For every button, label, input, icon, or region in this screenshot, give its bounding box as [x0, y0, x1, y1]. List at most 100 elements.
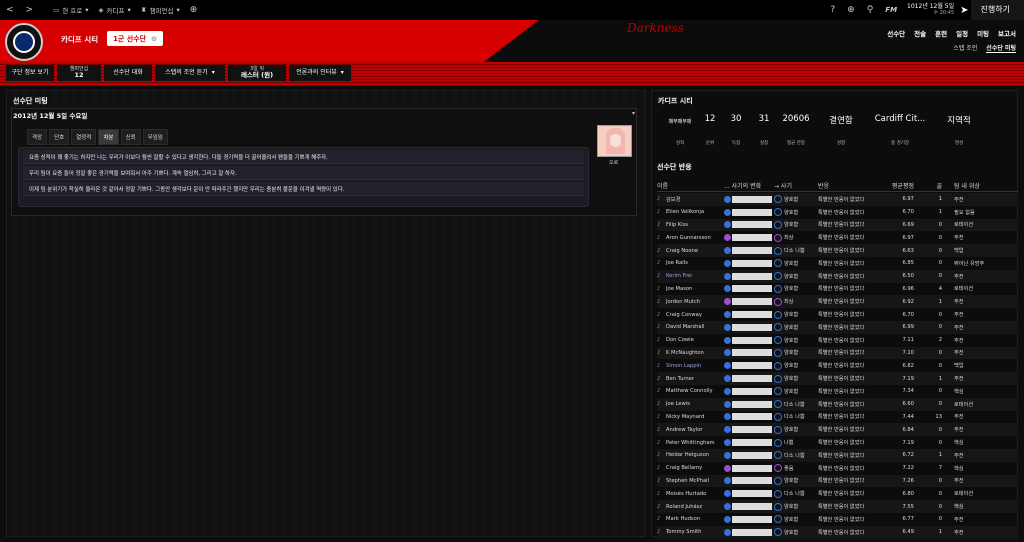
tone-aggressive[interactable]: 격앙 [27, 129, 48, 145]
tab-next-match[interactable]: 3일 뒤 레스터 (원) [228, 65, 286, 81]
col-morale-change[interactable]: ... 사기의 변화 [724, 181, 774, 190]
subnav-team-meeting[interactable]: 선수단 미팅 [986, 43, 1016, 53]
tone-assertive[interactable]: 단호 [49, 129, 70, 145]
table-row[interactable]: ♪ Mark Hudson 양호함 특별한 반응이 없었다 6.77 0 주전 [657, 513, 1018, 526]
table-row[interactable]: ♪ Filip Kiss 양호함 특별한 반응이 없었다 6.69 0 로테이션 [657, 218, 1018, 232]
player-name[interactable]: Craig Noone [666, 248, 724, 254]
table-row[interactable]: ♪ Matthew Connolly 양호함 특별한 반응이 없었다 7.34 0 핵심 [657, 385, 1018, 398]
back-button[interactable]: < [0, 5, 20, 15]
table-row[interactable]: ♪ Joe Lewis 다소 나쁨 특별한 반응이 없었다 6.60 0 로테이션 [657, 397, 1018, 411]
tone-calm[interactable]: 차분 [98, 129, 119, 145]
player-name[interactable]: Craig Bellamy [666, 465, 724, 471]
table-row[interactable]: ♪ Andrew Taylor 양호함 특별한 반응이 없었다 6.84 0 주전 [657, 423, 1018, 437]
table-row[interactable]: ♪ Heidar Helguson 다소 나쁨 특별한 반응이 없었다 6.72 1 주전 [657, 448, 1018, 462]
fm-menu[interactable]: FM [879, 6, 903, 14]
col-reaction[interactable]: 반응 [818, 181, 890, 190]
player-name[interactable]: Simon Lappin [666, 363, 724, 369]
nav-squad[interactable]: 선수단 [887, 28, 905, 38]
player-name[interactable]: Etien Velikonja [666, 209, 724, 215]
player-name[interactable]: K McNaughton [666, 350, 724, 356]
statement-option[interactable]: 요즘 성적이 꽤 좋기는 하지만 나는 우리가 이보다 훨씬 잘할 수 있다고 … [23, 150, 584, 164]
player-name[interactable]: Tommy Smith [666, 529, 724, 535]
table-row[interactable]: ♪ Craig Bellamy 좋음 특별한 반응이 없었다 7.22 7 핵심 [657, 462, 1018, 475]
collapse-icon[interactable]: ▾ [632, 110, 635, 117]
table-row[interactable]: ♪ Simon Lappin 양호함 특별한 반응이 없었다 6.82 0 백업 [657, 359, 1018, 372]
table-row[interactable]: ♪ Craig Noone 다소 나쁨 특별한 반응이 없었다 6.63 0 백업 [657, 244, 1018, 257]
avg-rating: 7.34 [902, 388, 914, 395]
tab-league-position[interactable]: 챔피언십 12 [57, 65, 101, 81]
table-row[interactable]: ♪ Kerim Frei 양호함 특별한 반응이 없었다 6.50 0 주전 [657, 269, 1018, 283]
subnav-staff-advice[interactable]: 스탭 조언 [953, 43, 977, 53]
col-avg-rating[interactable]: 평균평점 [890, 181, 914, 190]
team-selector[interactable]: 1군 선수단 ⊙ [107, 31, 163, 46]
nav-meeting[interactable]: 미팅 [977, 28, 989, 38]
continue-button[interactable]: 진행하기 [970, 0, 1024, 20]
table-row[interactable]: ♪ Ben Turner 양호함 특별한 반응이 없었다 7.19 1 주전 [657, 372, 1018, 385]
player-name[interactable]: Andrew Taylor [666, 427, 724, 433]
player-name[interactable]: Moisés Hurtado [666, 491, 724, 497]
player-name[interactable]: Don Cowie [666, 337, 724, 343]
statement-option[interactable]: 이제 팀 분위기가 착실히 올라온 것 같아서 정말 기쁘다. 그동안 생각보다… [23, 182, 584, 196]
table-row[interactable]: ♪ Etien Velikonja 양호함 특별한 반응이 없었다 6.70 1 필요 없음 [657, 206, 1018, 219]
col-name[interactable]: 이름 [657, 181, 724, 190]
player-name[interactable]: Peter Whittingham [666, 440, 724, 446]
world-menu[interactable]: ⊕ [190, 5, 198, 15]
nav-reports[interactable]: 보고서 [998, 28, 1016, 38]
club-menu[interactable]: ◈ 카디프 ▾ [99, 5, 131, 15]
statement-option[interactable]: 우리 팀이 요즘 들어 정말 좋은 경기력을 보여줘서 아주 기쁘다. 계속 열… [23, 166, 584, 180]
player-name[interactable]: Stephen McPhail [666, 478, 724, 484]
player-name[interactable]: David Marshall [666, 324, 724, 330]
tone-passionate[interactable]: 열정적 [71, 129, 97, 145]
help-icon[interactable]: ? [824, 5, 841, 15]
world-icon[interactable]: ⊕ [841, 5, 861, 15]
tone-reassuring[interactable]: 신뢰 [120, 129, 141, 145]
player-name[interactable]: Jordon Mutch [666, 299, 724, 305]
tab-staff-advice[interactable]: 스탭의 조언 듣기 ▾ [155, 65, 225, 81]
table-row[interactable]: ♪ Tommy Smith 양호함 특별한 반응이 없었다 6.49 1 주전 [657, 525, 1018, 539]
player-name[interactable]: Joe Mason [666, 286, 724, 292]
player-name[interactable]: Filip Kiss [666, 222, 724, 228]
col-squad-status[interactable]: 팀 내 위상 [942, 181, 1002, 190]
table-row[interactable]: ♪ Stephen McPhail 양호함 특별한 반응이 없었다 7.26 0 주전 [657, 474, 1018, 488]
player-name[interactable]: Heidar Helguson [666, 452, 724, 458]
nav-schedule[interactable]: 일정 [956, 28, 968, 38]
home-menu[interactable]: ▭ 현 호로 ▾ [53, 5, 88, 15]
table-row[interactable]: ♪ Joe Mason 양호함 특별한 반응이 없었다 6.96 4 로테이션 [657, 283, 1018, 296]
player-name[interactable]: Kerim Frei [666, 273, 724, 279]
table-row[interactable]: ♪ Moisés Hurtado 다소 나쁨 특별한 반응이 없었다 6.80 0 로테이션 [657, 487, 1018, 500]
player-name[interactable]: Roland Juhász [666, 504, 724, 510]
player-name[interactable]: Craig Conway [666, 312, 724, 318]
tab-squad-talk[interactable]: 선수단 대화 [104, 65, 152, 81]
player-name[interactable]: Nicky Maynard [666, 414, 724, 420]
table-row[interactable]: ♪ Nicky Maynard 다소 나쁨 특별한 반응이 없었다 7.44 13 주전 [657, 411, 1018, 424]
table-row[interactable]: ♪ David Marshall 양호함 특별한 반응이 없었다 6.99 0 주전 [657, 320, 1018, 334]
tab-press-interview[interactable]: 언론과의 인터뷰 ▾ [289, 65, 351, 81]
player-name[interactable]: Mark Hudson [666, 516, 724, 522]
competition-menu[interactable]: ♜ 챔피언십 ▾ [141, 5, 180, 15]
player-name[interactable]: Aron Gunnarsson [666, 235, 724, 241]
nav-training[interactable]: 훈련 [935, 28, 947, 38]
table-row[interactable]: ♪ 김보경 양호함 특별한 반응이 없었다 6.97 1 주전 [657, 193, 1018, 206]
table-row[interactable]: ♪ Jordon Mutch 최상 특별한 반응이 없었다 6.92 1 주전 [657, 295, 1018, 309]
nav-tactics[interactable]: 전술 [914, 28, 926, 38]
tab-club-info[interactable]: 구단 정보 보기 [6, 65, 54, 81]
col-morale[interactable]: → 사기 [774, 181, 818, 190]
player-name[interactable]: 김보경 [666, 196, 724, 203]
tone-indifferent[interactable]: 무임임 [142, 129, 168, 145]
player-name[interactable]: Joe Lewis [666, 401, 724, 407]
player-name[interactable]: Joe Ralls [666, 260, 724, 266]
table-row[interactable]: ♪ Craig Conway 양호함 특별한 반응이 없었다 6.70 0 주전 [657, 308, 1018, 321]
table-row[interactable]: ♪ Peter Whittingham 나쁨 특별한 반응이 없었다 7.19 0 핵심 [657, 436, 1018, 449]
search-icon[interactable]: ⚲ [861, 5, 880, 15]
table-row[interactable]: ♪ Aron Gunnarsson 최상 특별한 반응이 없었다 6.97 0 주전 [657, 231, 1018, 244]
forward-button[interactable]: > [20, 5, 40, 15]
club-name[interactable]: 카디프 시티 [61, 34, 98, 45]
table-row[interactable]: ♪ Roland Juhász 양호함 특별한 반응이 없었다 7.55 0 핵심 [657, 500, 1018, 513]
club-crest[interactable] [5, 23, 43, 61]
col-goals[interactable]: 골 [914, 181, 942, 190]
table-row[interactable]: ♪ K McNaughton 양호함 특별한 반응이 없었다 7.10 0 주전 [657, 346, 1018, 360]
table-row[interactable]: ♪ Joe Ralls 양호함 특별한 반응이 없었다 6.85 0 뛰어난 유망주 [657, 257, 1018, 270]
player-name[interactable]: Matthew Connolly [666, 388, 724, 394]
player-name[interactable]: Ben Turner [666, 376, 724, 382]
table-row[interactable]: ♪ Don Cowie 양호함 특별한 반응이 없었다 7.11 2 주전 [657, 334, 1018, 347]
